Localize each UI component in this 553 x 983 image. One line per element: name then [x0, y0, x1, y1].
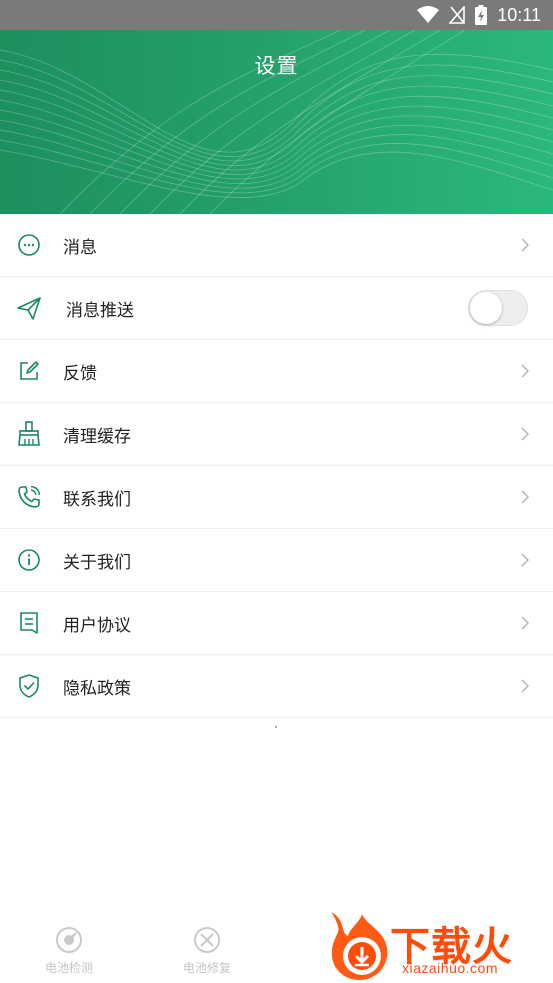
watermark-logo: 下载火 xiazaihuo.com	[326, 910, 553, 983]
settings-item-push: 消息推送	[0, 277, 553, 340]
chevron-right-icon	[521, 490, 530, 504]
chevron-right-icon	[521, 427, 530, 441]
phone-icon	[16, 484, 42, 510]
settings-item-cache[interactable]: 清理缓存	[0, 403, 553, 466]
settings-list: 消息 消息推送 反馈 清理缓存 联系我们 关于我们 用户协议 隐私政策	[0, 214, 553, 718]
header-banner: 设置	[0, 30, 553, 214]
settings-item-feedback[interactable]: 反馈	[0, 340, 553, 403]
settings-item-privacy[interactable]: 隐私政策	[0, 655, 553, 718]
chevron-right-icon	[521, 616, 530, 630]
settings-item-label: 隐私政策	[63, 678, 131, 699]
push-toggle[interactable]	[468, 290, 528, 326]
chevron-right-icon	[521, 364, 530, 378]
page-title: 设置	[254, 54, 299, 78]
status-bar: 10:11	[0, 0, 553, 30]
paper-plane-icon	[16, 295, 42, 321]
settings-item-label: 联系我们	[63, 489, 131, 510]
settings-item-label: 关于我们	[63, 552, 131, 573]
no-signal-icon	[449, 6, 466, 24]
broom-icon	[16, 421, 42, 447]
settings-item-about[interactable]: 关于我们	[0, 529, 553, 592]
settings-item-label: 用户协议	[63, 615, 131, 636]
chevron-right-icon	[521, 238, 530, 252]
info-icon	[16, 547, 42, 573]
battery-check-icon	[56, 927, 82, 953]
scroll-indicator-dot	[275, 726, 277, 728]
settings-item-label: 反馈	[63, 363, 97, 384]
settings-item-contact[interactable]: 联系我们	[0, 466, 553, 529]
nav-battery-check[interactable]: 电池检测	[24, 925, 114, 976]
battery-repair-icon	[194, 927, 220, 953]
status-time: 10:11	[497, 4, 541, 25]
battery-charging-icon	[475, 5, 488, 25]
flame-logo-icon	[331, 912, 388, 980]
settings-item-agreement[interactable]: 用户协议	[0, 592, 553, 655]
nav-label: 电池检测	[44, 961, 93, 975]
chevron-right-icon	[521, 679, 530, 693]
document-icon	[16, 610, 42, 636]
toggle-knob	[470, 292, 502, 324]
settings-item-messages[interactable]: 消息	[0, 214, 553, 277]
edit-icon	[16, 358, 42, 384]
chat-bubble-icon	[16, 232, 42, 258]
settings-item-label: 消息	[63, 237, 97, 258]
wifi-icon	[417, 6, 440, 23]
settings-item-label: 消息推送	[66, 300, 134, 321]
nav-label: 电池修复	[182, 961, 231, 975]
watermark-domain: xiazaihuo.com	[402, 960, 498, 976]
chevron-right-icon	[521, 553, 530, 567]
shield-check-icon	[16, 673, 42, 699]
settings-item-label: 清理缓存	[63, 426, 131, 447]
nav-battery-repair[interactable]: 电池修复	[162, 925, 252, 976]
